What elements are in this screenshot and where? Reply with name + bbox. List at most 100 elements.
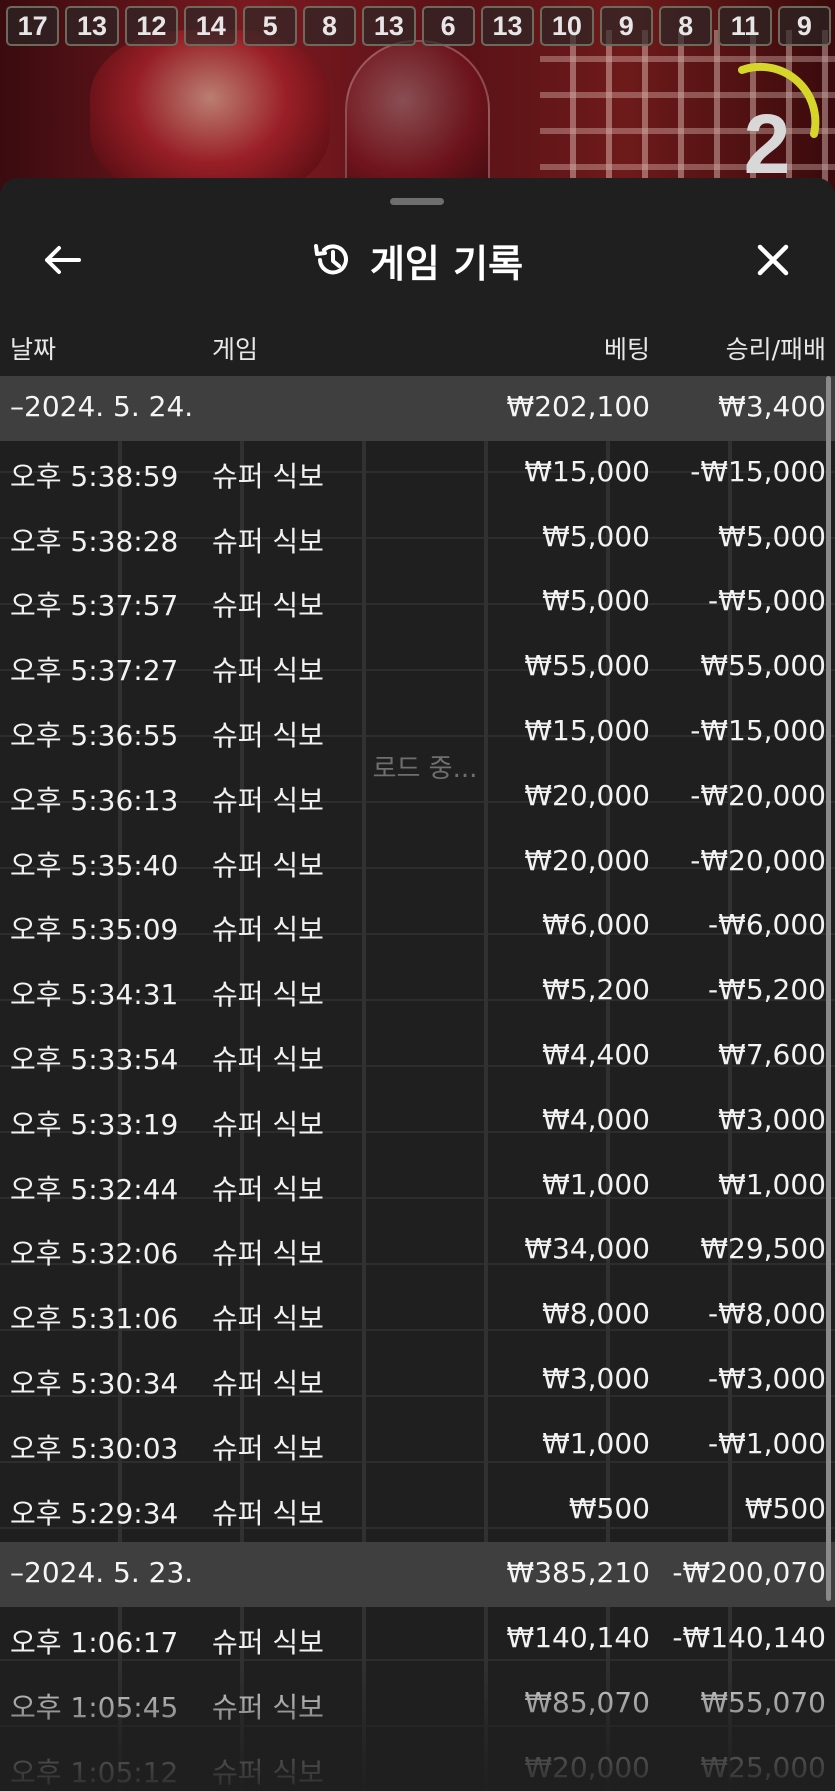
- history-list: –2024. 5. 24. ₩202,100 ₩3,400 오후 5:38:59 슈퍼 …: [0, 376, 835, 1791]
- timer-value: 2: [743, 97, 791, 191]
- row-winloss: -₩1,000: [708, 1426, 826, 1460]
- game-history-sheet: 게임 기록 날짜 게임 베팅 승리/패배 로드 중... –2024. 5. 2…: [0, 178, 835, 1791]
- row-time: 오후 5:30:03: [10, 1431, 179, 1465]
- group-total-bet: ₩385,210: [506, 1556, 650, 1590]
- row-game: 슈퍼 식보: [212, 913, 324, 947]
- row-bet: ₩1,000: [542, 1167, 650, 1201]
- row-bet: ₩5,000: [542, 519, 650, 553]
- road-result-cell: 13: [362, 6, 416, 46]
- history-row[interactable]: 오후 5:38:28 슈퍼 식보 ₩5,000 ₩5,000: [0, 506, 835, 571]
- sheet-title-wrap: 게임 기록: [0, 232, 835, 288]
- history-row[interactable]: 오후 5:31:06 슈퍼 식보 ₩8,000 -₩8,000: [0, 1283, 835, 1348]
- history-row[interactable]: 오후 5:33:54 슈퍼 식보 ₩4,400 ₩7,600: [0, 1024, 835, 1089]
- road-result-cell: 9: [599, 6, 653, 46]
- table-header: 날짜 게임 베팅 승리/패배: [0, 318, 835, 376]
- row-game: 슈퍼 식보: [212, 524, 324, 558]
- row-bet: ₩20,000: [524, 778, 650, 812]
- row-winloss: ₩500: [744, 1491, 826, 1525]
- row-bet: ₩20,000: [524, 843, 650, 877]
- road-result-cell: 12: [124, 6, 179, 46]
- row-game: 슈퍼 식보: [212, 1042, 324, 1076]
- row-time: 오후 5:31:06: [10, 1302, 179, 1336]
- road-result-cell: 6: [421, 6, 475, 46]
- history-row[interactable]: 오후 5:35:40 슈퍼 식보 ₩20,000 -₩20,000: [0, 830, 835, 895]
- sheet-title: 게임 기록: [369, 241, 524, 286]
- row-game: 슈퍼 식보: [212, 459, 324, 493]
- row-winloss: -₩140,140: [672, 1621, 826, 1655]
- row-bet: ₩34,000: [524, 1232, 650, 1266]
- group-date: –2024. 5. 23.: [10, 1556, 194, 1590]
- row-game: 슈퍼 식보: [212, 1366, 324, 1400]
- column-bet: 베팅: [603, 335, 650, 364]
- history-row[interactable]: 오후 5:38:59 슈퍼 식보 ₩15,000 -₩15,000: [0, 441, 835, 506]
- row-game: 슈퍼 식보: [212, 718, 324, 752]
- group-total-bet: ₩202,100: [506, 390, 650, 423]
- row-winloss: -₩15,000: [690, 713, 826, 747]
- row-bet: ₩5,200: [542, 973, 650, 1007]
- road-result-cell: 10: [540, 6, 594, 46]
- row-time: 오후 5:32:44: [10, 1172, 179, 1206]
- column-date: 날짜: [10, 335, 57, 364]
- road-result-cell: 8: [658, 6, 713, 46]
- history-row[interactable]: 오후 5:37:57 슈퍼 식보 ₩5,000 -₩5,000: [0, 570, 835, 635]
- row-game: 슈퍼 식보: [212, 1237, 324, 1271]
- history-row[interactable]: 오후 5:33:19 슈퍼 식보 ₩4,000 ₩3,000: [0, 1089, 835, 1154]
- history-row[interactable]: 오후 5:36:13 슈퍼 식보 ₩20,000 -₩20,000: [0, 765, 835, 830]
- history-row[interactable]: 오후 5:36:55 슈퍼 식보 ₩15,000 -₩15,000: [0, 700, 835, 765]
- scrollbar[interactable]: [826, 376, 831, 1601]
- date-group-row[interactable]: –2024. 5. 24. ₩202,100 ₩3,400: [0, 376, 835, 441]
- results-road: 17 13 12 14 5 8 13 6 13 10 9 8 11 9: [0, 0, 835, 50]
- row-time: 오후 5:33:54: [10, 1042, 179, 1076]
- history-row[interactable]: 오후 5:32:44 슈퍼 식보 ₩1,000 ₩1,000: [0, 1154, 835, 1219]
- road-result-cell: 14: [184, 6, 238, 46]
- history-row[interactable]: 오후 5:30:03 슈퍼 식보 ₩1,000 -₩1,000: [0, 1413, 835, 1478]
- row-game: 슈퍼 식보: [212, 848, 324, 882]
- history-row[interactable]: 오후 5:32:06 슈퍼 식보 ₩34,000 ₩29,500: [0, 1218, 835, 1283]
- history-row[interactable]: 오후 5:29:34 슈퍼 식보 ₩500 ₩500: [0, 1478, 835, 1543]
- row-time: 오후 5:32:06: [10, 1237, 179, 1271]
- row-time: 오후 5:33:19: [10, 1107, 179, 1141]
- row-winloss: ₩55,000: [700, 649, 826, 683]
- row-game: 슈퍼 식보: [212, 783, 324, 817]
- column-winloss: 승리/패배: [725, 335, 826, 364]
- history-row[interactable]: 오후 5:34:31 슈퍼 식보 ₩5,200 -₩5,200: [0, 959, 835, 1024]
- row-time: 오후 5:38:28: [10, 524, 179, 558]
- row-game: 슈퍼 식보: [212, 978, 324, 1012]
- history-row[interactable]: 오후 5:35:09 슈퍼 식보 ₩6,000 -₩6,000: [0, 894, 835, 959]
- date-group-row[interactable]: –2024. 5. 23. ₩385,210 -₩200,070: [0, 1542, 835, 1608]
- row-bet: ₩1,000: [542, 1426, 650, 1460]
- group-total-winloss: -₩200,070: [672, 1556, 826, 1590]
- row-time: 오후 5:29:34: [10, 1496, 179, 1530]
- history-row[interactable]: 오후 5:30:34 슈퍼 식보 ₩3,000 -₩3,000: [0, 1348, 835, 1413]
- row-time: 오후 5:37:57: [10, 589, 179, 623]
- row-game: 슈퍼 식보: [212, 654, 324, 688]
- close-button[interactable]: [745, 232, 801, 288]
- road-result-cell: 5: [243, 6, 297, 46]
- row-winloss: ₩5,000: [718, 519, 826, 553]
- row-bet: ₩4,000: [542, 1102, 650, 1136]
- row-winloss: -₩20,000: [690, 843, 826, 877]
- row-time: 오후 5:37:27: [10, 654, 179, 688]
- row-bet: ₩55,000: [524, 649, 650, 683]
- sheet-header: 게임 기록: [0, 208, 835, 318]
- row-winloss: ₩7,600: [718, 1037, 826, 1071]
- row-game: 슈퍼 식보: [212, 589, 324, 623]
- row-time: 오후 1:06:17: [10, 1626, 179, 1660]
- round-timer: 2: [712, 62, 822, 186]
- sheet-drag-handle[interactable]: [390, 198, 444, 205]
- row-winloss: -₩5,200: [708, 973, 826, 1007]
- row-time: 오후 5:35:09: [10, 913, 179, 947]
- row-bet: ₩500: [568, 1491, 650, 1525]
- row-time: 오후 5:34:31: [10, 978, 179, 1012]
- row-bet: ₩8,000: [542, 1297, 650, 1331]
- history-row[interactable]: 오후 5:37:27 슈퍼 식보 ₩55,000 ₩55,000: [0, 635, 835, 700]
- row-winloss: -₩5,000: [708, 584, 826, 618]
- row-bet: ₩6,000: [542, 908, 650, 942]
- bottom-fade: [0, 1658, 835, 1791]
- column-game: 게임: [212, 335, 259, 364]
- road-result-cell: 8: [302, 6, 357, 46]
- row-bet: ₩140,140: [506, 1621, 650, 1655]
- group-total-winloss: ₩3,400: [718, 390, 826, 423]
- row-time: 오후 5:36:13: [10, 783, 179, 817]
- row-winloss: -₩6,000: [708, 908, 826, 942]
